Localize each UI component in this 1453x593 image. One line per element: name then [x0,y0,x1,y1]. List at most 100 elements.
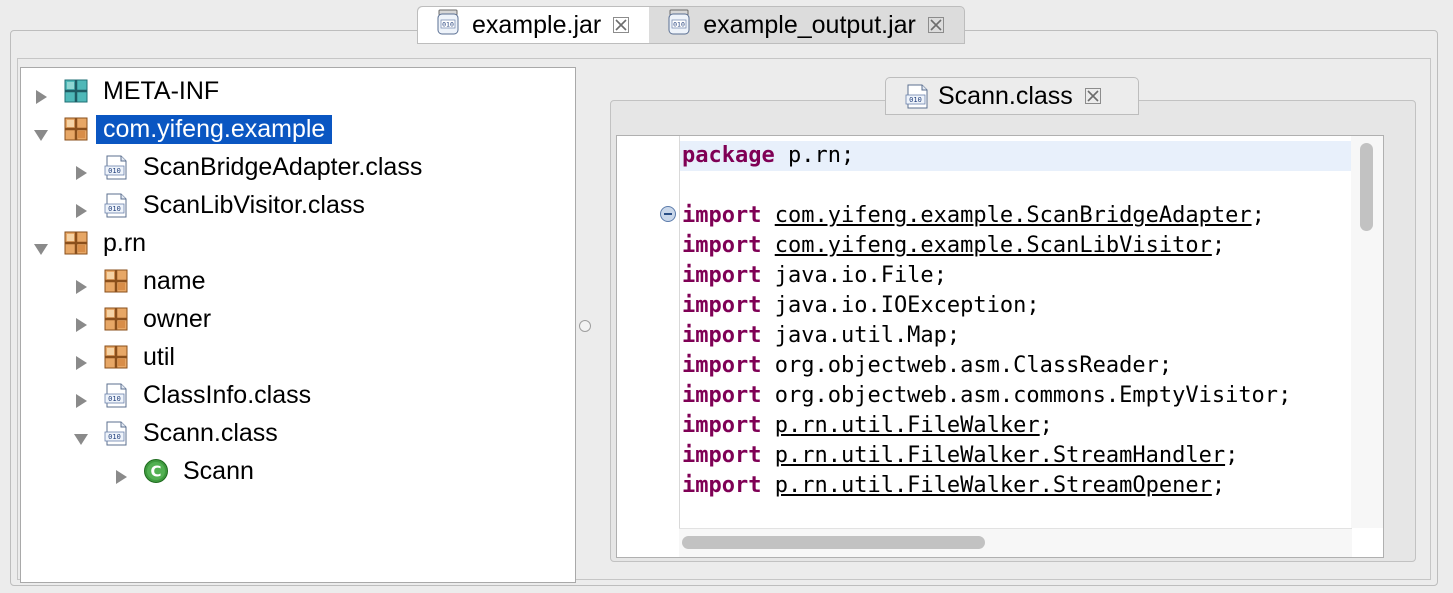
code-keyword: import [682,473,762,498]
code-keyword: import [682,353,762,378]
tree-item-label: ScanLibVisitor.class [143,190,365,219]
expanded-arrow-icon[interactable] [33,235,49,255]
horizontal-scrollbar[interactable] [679,528,1352,557]
tab-label: example.jar [472,10,602,39]
tree-item-label: Scann.class [143,418,278,447]
code-text: p.rn.util.FileWalker [774,413,1040,438]
code-keyword: package [682,143,775,168]
tree-item[interactable]: p.rn [33,225,146,261]
collapsed-arrow-icon[interactable] [33,83,49,104]
tree-item[interactable]: 010 ClassInfo.class [73,377,311,413]
collapsed-arrow-icon[interactable] [73,273,89,294]
close-tab-icon[interactable] [1084,88,1101,104]
collapsed-arrow-icon[interactable] [73,159,89,180]
code-line: package p.rn; [682,141,854,171]
class-icon: C [143,458,169,484]
tree-item[interactable]: util [73,339,175,375]
expanded-arrow-icon[interactable] [33,121,49,141]
code-text: p.rn; [774,143,855,168]
tree-item[interactable]: name [73,263,206,299]
code-line: import java.io.File; [682,263,947,288]
code-keyword: import [682,263,762,288]
code-line: import java.util.Map; [682,323,961,348]
svg-text:010: 010 [442,20,454,28]
package-icon [103,268,129,294]
tab-label: example_output.jar [703,10,916,39]
code-text: p.rn.util.FileWalker.StreamOpener [774,473,1212,498]
jar-tree-panel[interactable]: META-INF com.yifeng.example 010 ScanBridgeA… [20,67,576,583]
svg-text:010: 010 [673,20,685,28]
code-text: org.objectweb.asm.commons.EmptyVisitor [774,383,1279,408]
svg-text:010: 010 [909,96,922,104]
svg-text:C: C [150,463,161,481]
code-view[interactable]: package p.rn; import com.yifeng.example.S… [616,135,1384,558]
code-keyword: import [682,293,762,318]
code-line: import p.rn.util.FileWalker.StreamHandle… [682,443,1239,468]
class-file-icon: 010 [103,192,129,218]
code-line: import com.yifeng.example.ScanBridgeAdap… [682,203,1265,228]
tree-item-label: owner [143,304,212,333]
vertical-scrollbar[interactable] [1351,136,1383,528]
collapsed-arrow-icon[interactable] [73,387,89,408]
collapse-imports-icon[interactable] [660,206,676,222]
code-text: com.yifeng.example.ScanLibVisitor [774,233,1212,258]
svg-text:010: 010 [108,167,121,175]
tree-item[interactable]: owner [73,301,211,337]
jar-icon: 010 [667,9,691,42]
code-keyword: import [682,443,762,468]
code-line: import java.io.IOException; [682,293,1040,318]
collapsed-arrow-icon[interactable] [73,311,89,332]
tab-example-output-jar[interactable]: 010 example_output.jar [649,7,964,43]
code-text: com.yifeng.example.ScanBridgeAdapter [774,203,1252,228]
package-icon [103,344,129,370]
tab-example-jar[interactable]: 010 example.jar [418,7,650,43]
code-keyword: import [682,383,762,408]
package-icon [63,230,89,256]
tree-item-label: ClassInfo.class [143,380,312,409]
tree-item[interactable]: 010 ScanBridgeAdapter.class [73,149,422,185]
code-keyword: import [682,323,762,348]
code-line: import p.rn.util.FileWalker; [682,413,1053,438]
class-file-icon: 010 [103,382,129,408]
svg-text:010: 010 [108,433,121,441]
code-text: java.io.File [774,263,934,288]
svg-text:010: 010 [108,205,121,213]
class-file-icon: 010 [103,420,129,446]
code-line: import com.yifeng.example.ScanLibVisitor… [682,233,1226,258]
tree-item-label: Scann [183,456,254,485]
code-keyword: import [682,203,762,228]
code-text: org.objectweb.asm.ClassReader [774,353,1159,378]
tree-item[interactable]: C Scann [113,453,254,489]
code-keyword: import [682,413,762,438]
expanded-arrow-icon[interactable] [73,425,89,445]
tree-item-label: p.rn [103,228,147,257]
code-line: import org.objectweb.asm.commons.EmptyVi… [682,383,1292,408]
tree-item[interactable]: 010 ScanLibVisitor.class [73,187,365,223]
close-tab-icon[interactable] [613,17,630,33]
svg-text:010: 010 [108,395,121,403]
top-tab-bar: 010 example.jar 010 example_output.jar [417,6,965,44]
tree-item-label: ScanBridgeAdapter.class [143,152,423,181]
tree-item-label: com.yifeng.example [96,114,333,144]
code-text: java.io.IOException [774,293,1027,318]
code-line: import org.objectweb.asm.ClassReader; [682,353,1173,378]
tree-item[interactable]: com.yifeng.example [33,111,333,147]
tree-item-label: META-INF [103,76,220,105]
tab-scann-class[interactable]: 010 Scann.class [885,77,1139,115]
collapsed-arrow-icon[interactable] [73,349,89,370]
package-icon [63,116,89,142]
class-file-icon: 010 [103,154,129,180]
collapsed-arrow-icon[interactable] [113,463,129,484]
tree-item-label: name [143,266,206,295]
code-text: p.rn.util.FileWalker.StreamHandler [774,443,1226,468]
sash-handle[interactable] [579,320,591,332]
horizontal-scroll-thumb[interactable] [682,536,985,549]
vertical-scroll-thumb[interactable] [1360,143,1373,231]
folder-icon [63,78,89,104]
close-tab-icon[interactable] [927,17,944,33]
tree-item[interactable]: META-INF [33,73,219,109]
collapsed-arrow-icon[interactable] [73,197,89,218]
tree-item[interactable]: 010 Scann.class [73,415,278,451]
tree-item-label: util [143,342,175,371]
code-text: java.util.Map [774,323,947,348]
